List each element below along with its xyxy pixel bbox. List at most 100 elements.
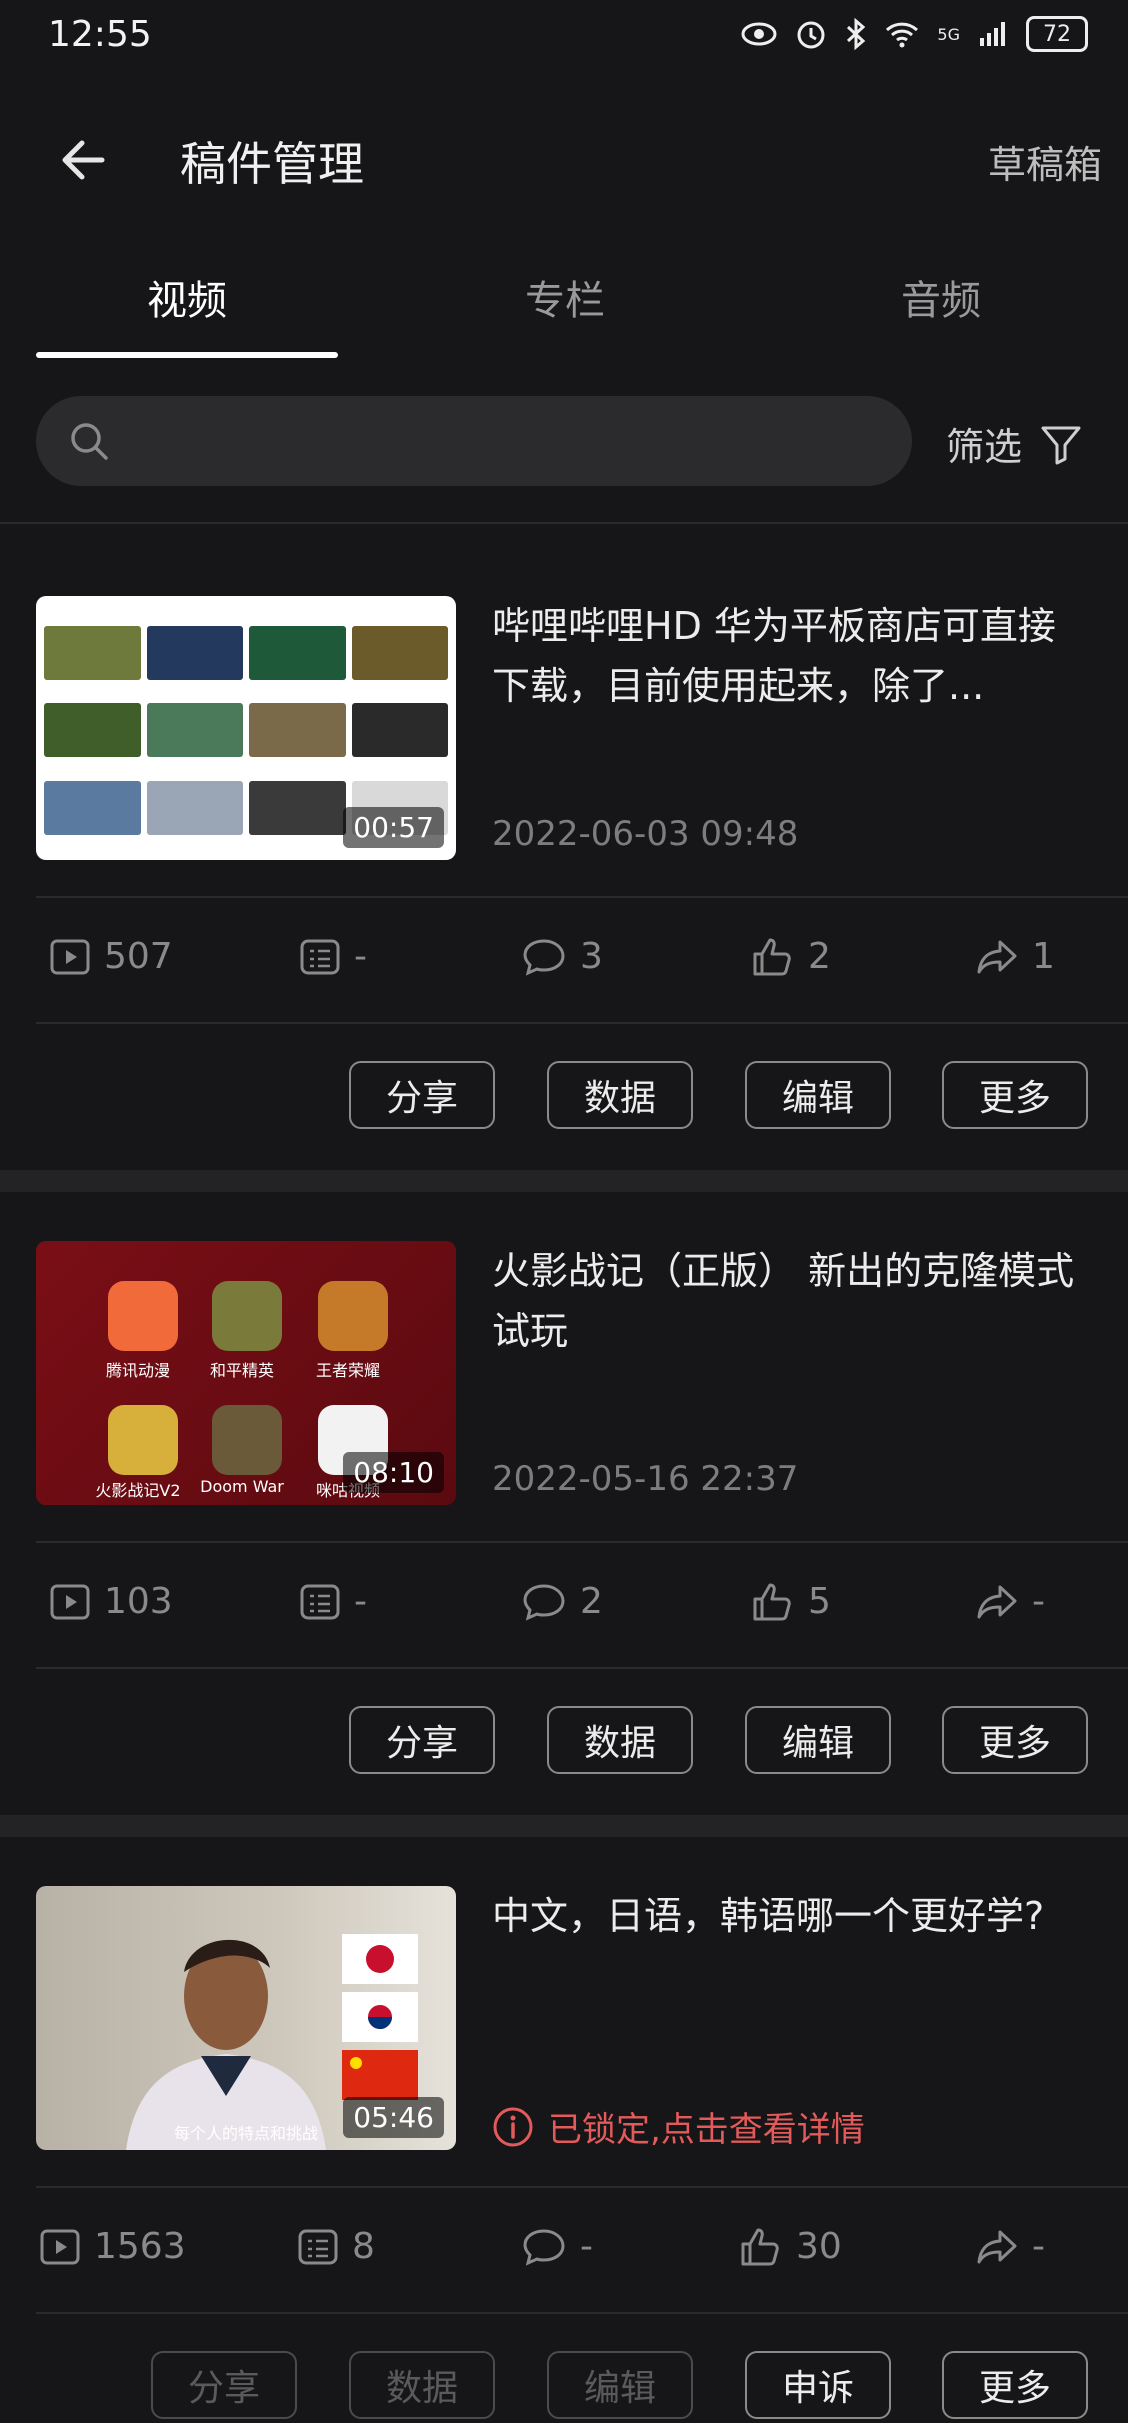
video-duration: 05:46 — [343, 2097, 444, 2138]
battery-icon: 72 — [1026, 16, 1088, 52]
share-icon — [977, 940, 1017, 973]
share-icon — [977, 2230, 1017, 2263]
danmaku-stat: - — [300, 1581, 367, 1622]
play-icon — [40, 2229, 80, 2264]
shares-count: 1 — [1032, 936, 1055, 977]
likes-stat: 5 — [752, 1581, 831, 1622]
network-label: 5G — [937, 24, 960, 44]
filter-label: 筛选 — [946, 425, 1023, 469]
tab-columns[interactable]: 专栏 — [400, 268, 730, 326]
back-arrow-icon[interactable] — [54, 130, 114, 190]
views-count: 103 — [104, 1581, 173, 1622]
app-icon — [212, 1405, 282, 1475]
likes-count: 2 — [808, 936, 831, 977]
more-button[interactable]: 更多 — [942, 1706, 1088, 1774]
app-label: 和平精英 — [209, 1361, 274, 1380]
danmaku-stat: - — [300, 936, 367, 977]
data-button: 数据 — [349, 2351, 495, 2419]
wifi-icon — [886, 22, 919, 48]
tab-bar: 视频 专栏 音频 — [0, 240, 1128, 360]
edit-button[interactable]: 编辑 — [745, 1061, 891, 1129]
app-label: 火影战记V2 — [95, 1481, 181, 1500]
share-button[interactable]: 分享 — [349, 1706, 495, 1774]
data-button[interactable]: 数据 — [547, 1706, 693, 1774]
thumb-tile — [44, 626, 141, 680]
thumb-tile — [249, 626, 346, 680]
video-actions: 分享 数据 编辑 更多 — [0, 1706, 1128, 1778]
thumb-tile — [351, 626, 448, 680]
data-button[interactable]: 数据 — [547, 1061, 693, 1129]
danmaku-icon — [300, 939, 340, 974]
china-flag-icon — [342, 2050, 418, 2100]
thumb-tile — [146, 780, 243, 835]
video-stats: 103 - 2 5 - — [36, 1543, 1128, 1669]
app-icon — [212, 1281, 282, 1351]
views-stat: 103 — [50, 1581, 173, 1622]
video-thumbnail[interactable]: 腾讯动漫 和平精英 王者荣耀 火影战记V2 Doom War 咪咕视频 08:1… — [36, 1241, 456, 1505]
japan-flag-icon — [342, 1934, 418, 1984]
divider — [0, 522, 1128, 524]
shares-stat: - — [976, 1581, 1045, 1622]
thumbs-up-icon — [741, 2228, 779, 2265]
info-icon — [493, 2107, 533, 2146]
thumb-tile — [44, 780, 141, 835]
video-title[interactable]: 火影战记（正版） 新出的克隆模式 试玩 — [492, 1241, 1092, 1361]
filter-icon — [1041, 426, 1081, 464]
play-icon — [50, 939, 90, 974]
video-thumbnail[interactable]: 00:57 — [36, 596, 456, 860]
video-title[interactable]: 中文，日语，韩语哪一个更好学? — [492, 1886, 1092, 1946]
danmaku-stat: 8 — [298, 2226, 375, 2267]
app-label: 腾讯动漫 — [105, 1361, 170, 1380]
thumb-tile — [44, 703, 141, 758]
more-button[interactable]: 更多 — [942, 2351, 1088, 2419]
video-title[interactable]: 哔哩哔哩HD 华为平板商店可直接下载，目前使用起来，除了... — [492, 596, 1092, 716]
filter-button[interactable]: 筛选 — [946, 416, 1082, 471]
divider — [36, 1667, 1128, 1669]
danmaku-icon — [300, 1584, 340, 1619]
tab-audio[interactable]: 音频 — [776, 268, 1106, 326]
divider — [36, 2312, 1128, 2314]
share-button[interactable]: 分享 — [349, 1061, 495, 1129]
edit-button[interactable]: 编辑 — [745, 1706, 891, 1774]
section-separator — [0, 1815, 1128, 1837]
app-icon — [318, 1281, 388, 1351]
likes-count: 5 — [808, 1581, 831, 1622]
comments-stat: 2 — [522, 1581, 603, 1622]
locked-notice[interactable]: 已锁定,点击查看详情 — [492, 2102, 865, 2151]
views-stat: 507 — [50, 936, 173, 977]
thumb-tile — [146, 626, 243, 680]
status-icons: 5G 72 — [741, 16, 1088, 52]
app-icon — [108, 1405, 178, 1475]
alarm-icon — [797, 21, 825, 49]
video-date: 2022-05-16 22:37 — [492, 1459, 799, 1499]
video-actions: 分享 数据 编辑 更多 — [0, 1061, 1128, 1133]
divider — [36, 1022, 1128, 1024]
tab-videos[interactable]: 视频 — [22, 268, 352, 326]
thumb-tile — [146, 703, 243, 758]
status-bar: 12:55 5G 72 — [0, 0, 1128, 72]
video-thumbnail[interactable]: 每个人的特点和挑战 05:46 — [36, 1886, 456, 2150]
page-title: 稿件管理 — [180, 137, 364, 191]
likes-count: 30 — [796, 2226, 842, 2267]
search-icon — [71, 423, 108, 460]
search-input[interactable] — [36, 396, 912, 486]
share-button: 分享 — [151, 2351, 297, 2419]
section-separator — [0, 1170, 1128, 1192]
thumbs-up-icon — [753, 938, 791, 975]
search-row: 筛选 — [0, 390, 1128, 490]
share-icon — [977, 1585, 1017, 1618]
shares-stat: 1 — [976, 936, 1055, 977]
thumb-tile — [351, 703, 448, 758]
more-button[interactable]: 更多 — [942, 1061, 1088, 1129]
danmaku-count: - — [354, 1581, 367, 1622]
drafts-button[interactable]: 草稿箱 — [988, 134, 1102, 189]
bluetooth-icon — [847, 18, 866, 50]
tab-indicator — [36, 352, 338, 358]
edit-button: 编辑 — [547, 2351, 693, 2419]
video-stats: 1563 8 - 30 - — [36, 2188, 1128, 2314]
shares-count: - — [1032, 2226, 1045, 2267]
comments-stat: - — [522, 2226, 593, 2267]
comments-count: 3 — [580, 936, 603, 977]
shares-stat: - — [976, 2226, 1045, 2267]
appeal-button[interactable]: 申诉 — [745, 2351, 891, 2419]
